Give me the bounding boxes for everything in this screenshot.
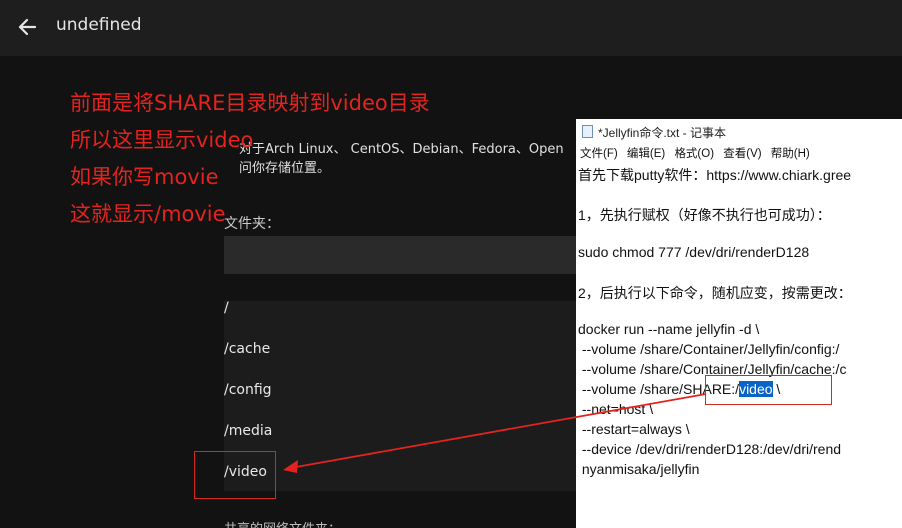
annotation-line: 这就显示/movie xyxy=(70,202,226,226)
annotation-text: 前面是将SHARE目录映射到video目录 所以这里显示video 如果你写mo… xyxy=(70,85,430,233)
annotation-line: 所以这里显示video xyxy=(70,128,254,152)
annotation-line: 前面是将SHARE目录映射到video目录 xyxy=(70,91,430,115)
annotation-line: 如果你写movie xyxy=(70,165,219,189)
annotation-arrow xyxy=(283,393,707,473)
